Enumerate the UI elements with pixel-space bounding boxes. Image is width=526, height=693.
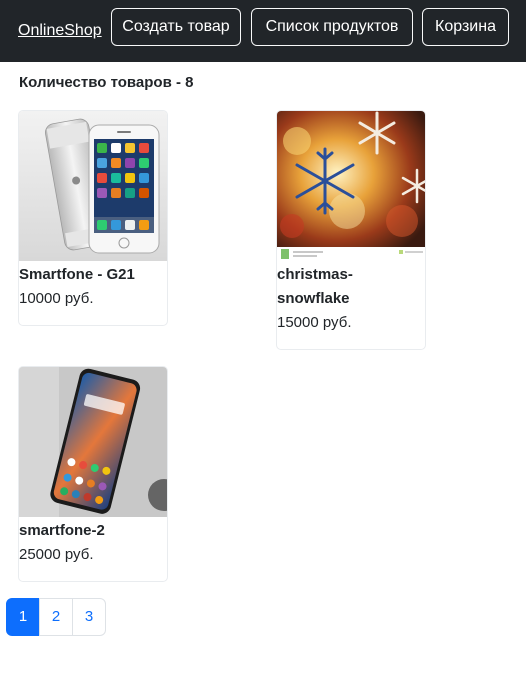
card-body: christmas-snowflake 15000 руб. (277, 261, 425, 343)
page-1-button[interactable]: 1 (6, 598, 40, 636)
pagination: 1 2 3 (6, 598, 106, 636)
navbar: OnlineShop Создать товар Список продукто… (0, 0, 526, 62)
product-list-button[interactable]: Список продуктов (251, 8, 413, 46)
product-card[interactable]: smartfone-2 25000 руб. (18, 366, 168, 582)
cart-button[interactable]: Корзина (422, 8, 509, 46)
product-count: Количество товаров - 8 (19, 74, 194, 91)
create-product-button[interactable]: Создать товар (111, 8, 241, 46)
page-2-button[interactable]: 2 (39, 598, 73, 636)
product-price: 10000 руб. (19, 290, 94, 307)
card-body: Smartfone - G21 10000 руб. (19, 261, 167, 319)
page-3-button[interactable]: 3 (72, 598, 106, 636)
product-card[interactable]: christmas-snowflake 15000 руб. (276, 110, 426, 350)
product-name[interactable]: christmas-snowflake (277, 263, 425, 311)
brand-link[interactable]: OnlineShop (18, 21, 102, 41)
product-image[interactable] (19, 111, 168, 261)
product-image[interactable] (19, 367, 168, 517)
product-price: 15000 руб. (277, 314, 352, 331)
product-price: 25000 руб. (19, 546, 94, 563)
product-card[interactable]: Smartfone - G21 10000 руб. (18, 110, 168, 326)
product-name[interactable]: smartfone-2 (19, 519, 167, 543)
product-name[interactable]: Smartfone - G21 (19, 263, 167, 287)
product-image[interactable] (277, 111, 426, 261)
card-body: smartfone-2 25000 руб. (19, 517, 167, 575)
